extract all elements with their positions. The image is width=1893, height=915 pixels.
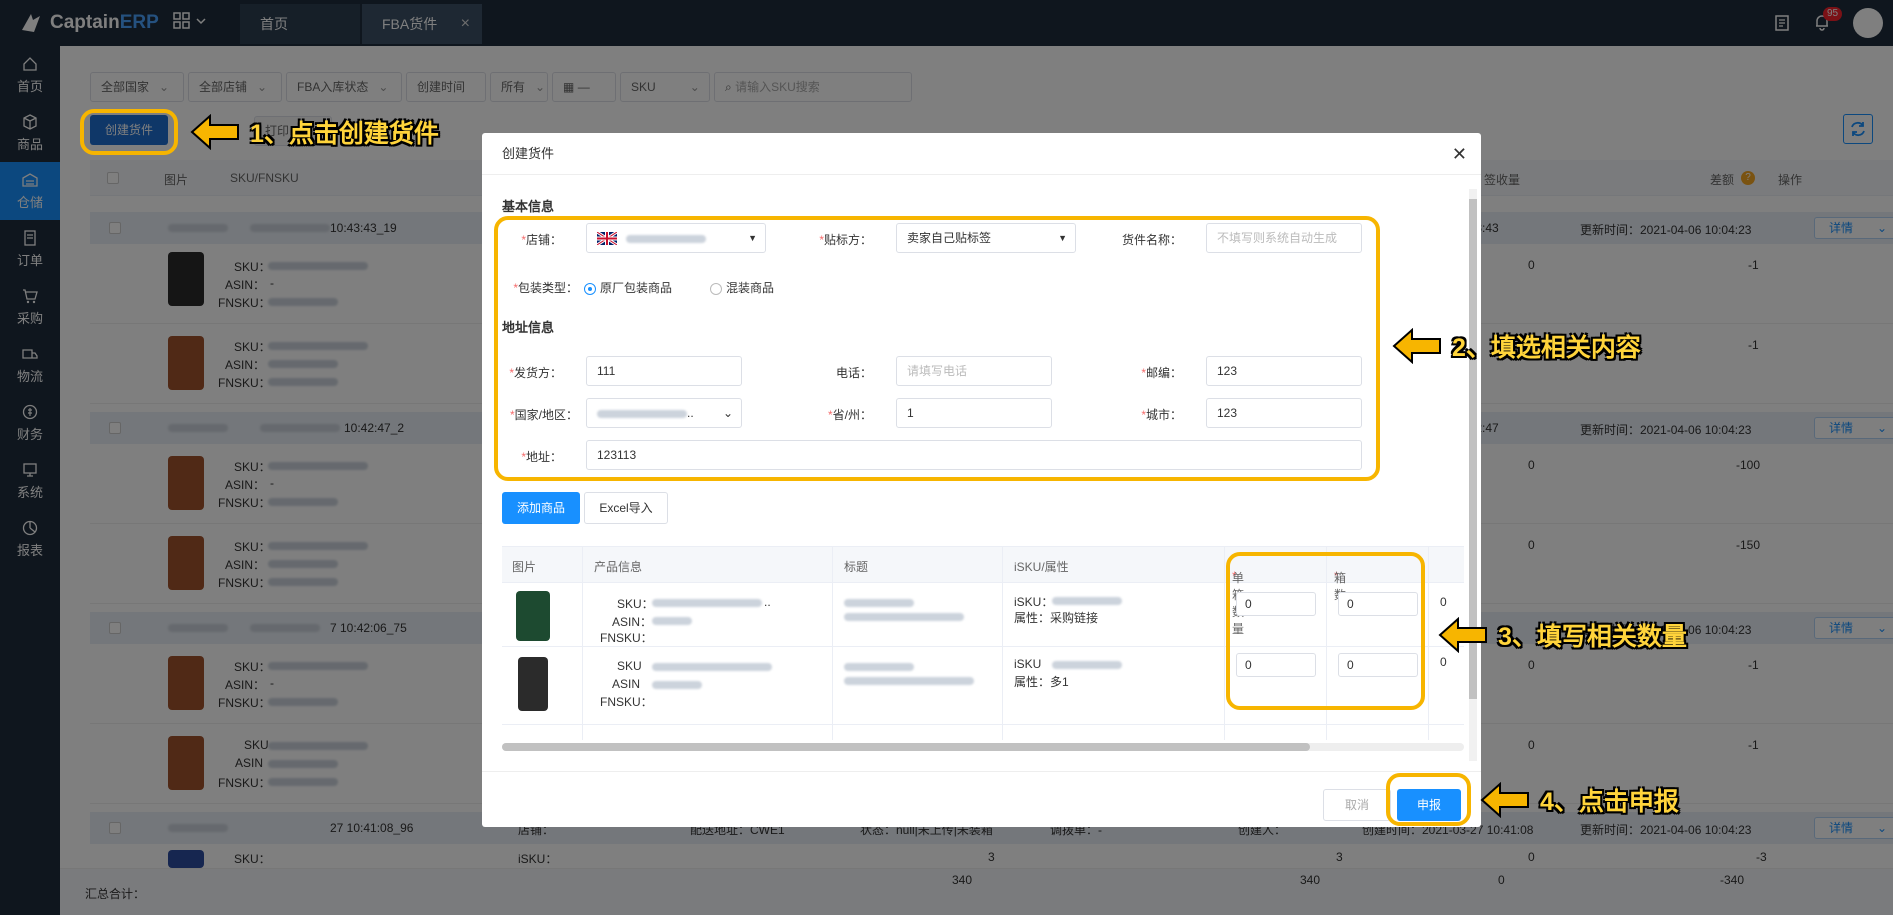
blurred-sku [652,599,762,607]
sku-ellipsis: .. [764,595,771,609]
blurred-asin [652,617,692,625]
blurred-sku [652,663,772,671]
dialog-header: 创建货件 ✕ [482,133,1481,175]
add-product-button[interactable]: 添加商品 [502,492,580,524]
fnsku-label: FNSKU： [600,695,653,709]
cancel-button[interactable]: 取消 [1323,789,1391,821]
blurred-title [844,613,964,621]
overflow-value: 0 [1440,655,1447,669]
highlight-create-button [80,109,178,155]
arrow-left-icon [1438,617,1487,653]
dialog-footer: 取消 申报 [482,771,1481,827]
attribute-text: 属性：采购链接 [1014,611,1099,625]
blurred-isku [1052,597,1122,605]
annotation-text: 2、填选相关内容 [1452,334,1641,362]
highlight-quantity-fields [1226,552,1425,710]
arrow-left-icon [190,114,239,150]
isku-label: iSKU [1014,657,1042,671]
isku-label: iSKU： [1014,595,1054,609]
annotation-text: 4、点击申报 [1540,788,1679,816]
product-thumbnail [518,657,548,711]
asin-label: ASIN [612,677,641,691]
annotation-step-3: 3、填写相关数量 [1438,617,1687,653]
header-image: 图片 [512,560,537,574]
basic-info-title: 基本信息 [502,199,555,214]
vertical-scrollbar[interactable] [1469,189,1477,761]
overflow-value: 0 [1440,595,1447,609]
blurred-title [844,599,914,607]
annotation-text: 1、点击创建货件 [250,120,439,148]
close-icon[interactable]: ✕ [1452,133,1467,175]
header-title: 标题 [844,560,869,574]
sku-label: SKU： [617,597,654,611]
header-isku: iSKU/属性 [1014,560,1069,574]
attribute-text: 属性：多1 [1014,675,1069,689]
annotation-step-1: 1、点击创建货件 [190,114,439,150]
sku-label: SKU [617,659,642,673]
product-thumbnail [516,591,550,641]
fnsku-label: FNSKU： [600,631,653,645]
blurred-title [844,663,914,671]
arrow-left-icon [1480,782,1529,818]
arrow-left-icon [1392,328,1441,364]
annotation-step-2: 2、填选相关内容 [1392,328,1641,364]
highlight-form-fields [494,216,1380,481]
blurred-title [844,677,974,685]
annotation-step-4: 4、点击申报 [1480,782,1679,818]
dialog-title: 创建货件 [502,146,555,161]
scrollbar-thumb[interactable] [502,743,1310,751]
header-info: 产品信息 [594,560,643,574]
highlight-submit-button [1386,773,1471,826]
horizontal-scrollbar[interactable] [502,743,1464,751]
excel-import-button[interactable]: Excel导入 [584,492,668,524]
blurred-isku [1052,661,1122,669]
asin-label: ASIN： [612,615,653,629]
annotation-text: 3、填写相关数量 [1498,623,1687,651]
blurred-asin [652,681,702,689]
